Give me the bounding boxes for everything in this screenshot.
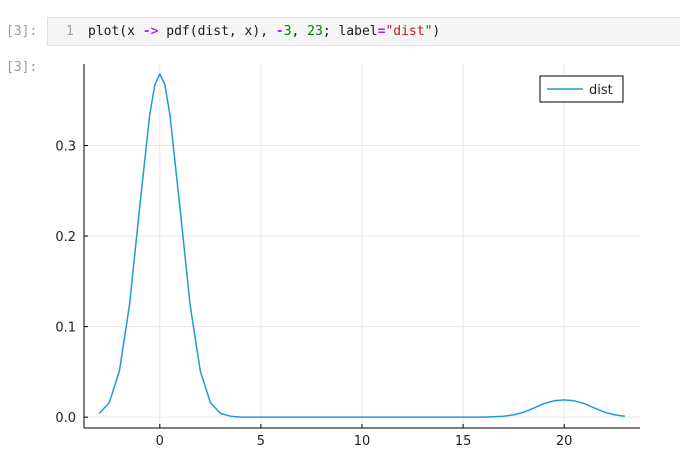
x-tick-label: 10 <box>354 434 371 449</box>
x-tick-label: 0 <box>156 434 164 449</box>
x-tick-label: 5 <box>257 434 265 449</box>
x-tick-label: 20 <box>556 434 573 449</box>
y-tick-label: 0.0 <box>55 411 76 426</box>
y-tick-label: 0.2 <box>55 230 76 245</box>
legend: dist <box>539 75 624 103</box>
grid <box>84 64 640 428</box>
x-tick-label: 15 <box>455 434 472 449</box>
plot-output: 0 5 10 15 20 0.0 0.1 0.2 0.3 dist <box>55 64 640 449</box>
tick-labels: 0 5 10 15 20 0.0 0.1 0.2 0.3 <box>55 139 572 449</box>
y-tick-label: 0.3 <box>55 139 76 154</box>
y-tick-label: 0.1 <box>55 321 76 336</box>
legend-label: dist <box>589 83 613 98</box>
